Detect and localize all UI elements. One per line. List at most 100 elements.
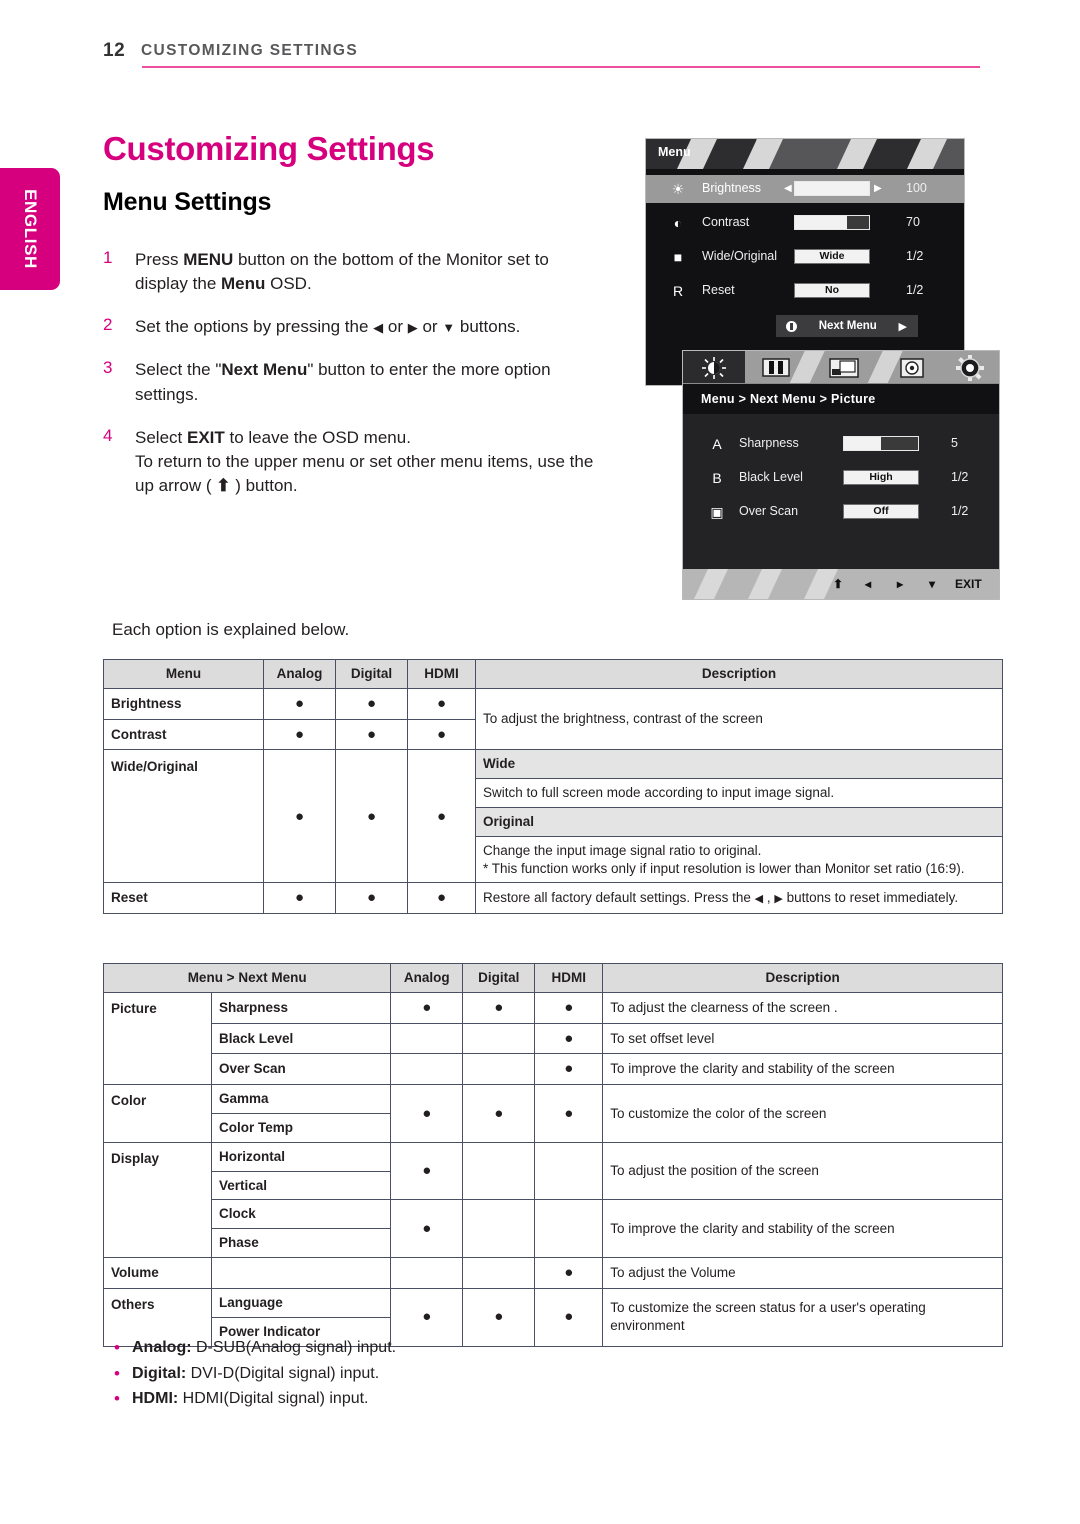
header-divider (142, 66, 980, 68)
table-row: Others Language ● ● ● To customize the screen… (103, 1287, 1003, 1347)
row-label: Gamma (210, 1084, 392, 1115)
row-description: To adjust the brightness, contrast of th… (475, 687, 1003, 751)
table-row: Color Gamma ● ● ● To customize the color of t… (103, 1084, 1003, 1143)
osd-row-value: 1/2 (906, 283, 924, 297)
page-number: 12 (103, 40, 126, 61)
row-label: Language (210, 1287, 392, 1318)
row-description: To improve the clarity and stability of … (602, 1199, 1003, 1259)
footnote-item: HDMI: HDMI(Digital signal) input. (112, 1385, 396, 1412)
osd-footer-exit-button[interactable]: EXIT (955, 577, 982, 591)
language-tab-english: ENGLISH (0, 168, 60, 290)
col-menu: Menu (103, 659, 264, 689)
osd-row-value: 1/2 (951, 504, 969, 518)
step-text: Select the "Next Menu" button to enter t… (135, 360, 551, 404)
row-label: Over Scan (210, 1053, 392, 1086)
col-description: Description (602, 963, 1003, 993)
osd-right-caret-icon[interactable]: ▶ (874, 183, 882, 194)
osd-option-box[interactable]: Off (843, 504, 919, 519)
osd-option-box[interactable]: Wide (794, 249, 870, 264)
osd-row-value: 70 (906, 215, 920, 229)
row-label: Vertical (210, 1170, 392, 1201)
osd-option-value: No (794, 283, 870, 298)
col-menu-next-menu: Menu > Next Menu (102, 963, 392, 993)
tab-color-icon[interactable] (745, 351, 807, 383)
osd-slider[interactable] (843, 436, 919, 451)
step-text: Press MENU button on the bottom of the M… (135, 250, 549, 294)
osd-row-value: 100 (906, 181, 927, 195)
osd-footer-left-button[interactable]: ◂ (865, 577, 871, 591)
osd-row-sharpness[interactable]: A Sharpness 5 (683, 430, 999, 458)
tab-volume-icon[interactable] (881, 351, 943, 383)
page-title: Customizing Settings (103, 130, 435, 167)
osd-row-reset[interactable]: R Reset No 1/2 (646, 277, 964, 305)
instruction-step-4: 4 Select EXIT to leave the OSD menu. To re… (103, 426, 603, 498)
osd-picture-tabbar (683, 351, 999, 384)
row-description: To adjust the Volume (602, 1257, 1003, 1289)
row-label: Brightness (103, 687, 264, 720)
col-description: Description (475, 659, 1003, 689)
tab-picture-icon[interactable] (683, 351, 745, 383)
page-header: 12 CUSTOMIZING SETTINGS (0, 40, 1080, 80)
step-number: 2 (103, 315, 113, 335)
row-label: Clock (210, 1199, 392, 1230)
osd-row-label: Wide/Original (702, 249, 778, 263)
table-row: Brightness ● ● ● To adjust the brightness, c… (103, 687, 1003, 751)
footnote-term: HDMI: (132, 1390, 179, 1408)
slider-track (794, 215, 870, 230)
osd-row-brightness[interactable]: ☀ Brightness ◀ ▶ 100 (646, 175, 964, 203)
osd-row-label: Reset (702, 283, 735, 297)
row-description: To set offset level (602, 1022, 1003, 1055)
osd-slider[interactable] (794, 215, 870, 230)
osd-slider[interactable] (794, 181, 870, 196)
footnote-item: Digital: DVI-D(Digital signal) input. (112, 1360, 396, 1387)
instruction-steps: 1 Press MENU button on the bottom of the … (103, 248, 603, 517)
row-description: To adjust the clearness of the screen . (602, 991, 1003, 1024)
reset-icon: R (672, 283, 684, 299)
row-description: To customize the screen status for a use… (602, 1287, 1003, 1347)
tab-display-icon[interactable] (813, 351, 875, 383)
osd-row-label: Black Level (739, 470, 803, 484)
footnote-text: D-SUB(Analog signal) input. (191, 1339, 397, 1356)
table-row: Wide/Original ● ● ● Wide (103, 749, 1003, 884)
osd-row-black-level[interactable]: B Black Level High 1/2 (683, 464, 999, 492)
row-description: Switch to full screen mode according to … (475, 778, 1003, 809)
osd-row-wide-original[interactable]: ■ Wide/Original Wide 1/2 (646, 243, 964, 271)
row-label: Contrast (103, 718, 264, 751)
osd-next-menu-button[interactable]: Next Menu ▶ (776, 315, 918, 337)
tab-others-gear-icon[interactable] (939, 351, 999, 383)
step-text: Set the options by pressing the ◀ or ▶ o… (135, 317, 521, 337)
slider-fill (844, 437, 881, 450)
row-description: Change the input image signal ratio to o… (475, 835, 1003, 884)
row-description: To improve the clarity and stability of … (602, 1053, 1003, 1086)
col-hdmi: HDMI (534, 963, 604, 993)
osd-picture-breadcrumb-text: Menu > Next Menu > Picture (701, 392, 876, 406)
instruction-step-1: 1 Press MENU button on the bottom of the … (103, 248, 603, 296)
osd-row-value: 5 (951, 436, 958, 450)
black-level-icon: B (712, 470, 722, 486)
wide-original-icon: ■ (673, 249, 683, 265)
group-label: Display (103, 1141, 212, 1259)
osd-footer-right-button[interactable]: ▸ (897, 577, 903, 591)
osd-row-over-scan[interactable]: ▣ Over Scan Off 1/2 (683, 498, 999, 526)
row-label: Black Level (210, 1022, 392, 1055)
osd-row-label: Over Scan (739, 504, 799, 518)
osd-footer-down-button[interactable]: ▾ (929, 577, 935, 591)
contrast-icon: ◐ (673, 215, 683, 231)
osd-footer-up-button[interactable]: ⬆ (833, 577, 843, 591)
each-option-note: Each option is explained below. (112, 620, 350, 639)
row-label: Wide/Original (103, 749, 264, 884)
brightness-sun-icon: ☀ (671, 180, 685, 197)
osd-option-box[interactable]: High (843, 470, 919, 485)
table-row: Display Horizontal ● To adjust the position… (103, 1141, 1003, 1259)
osd-row-contrast[interactable]: ◐ Contrast 70 (646, 209, 964, 237)
footnote-term: Digital: (132, 1364, 187, 1382)
group-label: Picture (103, 991, 212, 1086)
osd-option-box[interactable]: No (794, 283, 870, 298)
osd-option-value: High (843, 470, 919, 485)
osd-menu-title: Menu (658, 145, 691, 159)
osd-menu-header: Menu (646, 139, 964, 169)
osd-picture-screenshot: Menu > Next Menu > Picture A Sharpness 5 B B… (682, 350, 1000, 600)
slider-fill (795, 216, 847, 229)
osd-option-value: Off (843, 504, 919, 519)
osd-left-caret-icon[interactable]: ◀ (784, 183, 792, 194)
